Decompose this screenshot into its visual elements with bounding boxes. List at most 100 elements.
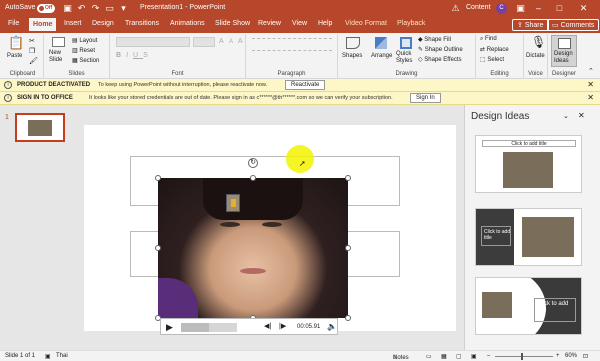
close-icon[interactable]: ✕ [587,80,594,89]
resize-handle[interactable] [345,175,351,181]
video-frame[interactable] [158,178,348,318]
design-idea-3[interactable]: Click to add title [475,277,582,335]
font-name-combo[interactable] [116,37,190,47]
shapes-icon[interactable] [346,37,360,49]
clear-format-icon[interactable]: A [238,37,243,47]
grow-font-icon[interactable]: A [219,37,224,47]
step-back-icon[interactable]: ◀| [264,322,271,330]
reactivate-button[interactable]: Reactivate [285,80,326,90]
slide-thumbnail[interactable] [15,113,65,142]
design-ideas-icon [558,38,571,49]
cut-icon[interactable]: ✂ [29,37,35,47]
format-painter-icon[interactable]: 🖌 [29,57,38,67]
shape-fill-button[interactable]: ◆ Shape Fill [418,36,451,43]
design-ideas-button[interactable]: Design Ideas [551,35,577,67]
paste-button[interactable]: Paste [7,53,22,59]
maximize-icon[interactable]: □ [554,3,565,14]
quick-styles-icon[interactable] [400,37,412,49]
redo-icon[interactable]: ↷ [90,3,101,14]
collapse-ribbon-icon[interactable]: ⌃ [588,67,594,77]
resize-handle[interactable] [345,245,351,251]
reading-view-icon[interactable]: ▢ [456,353,462,360]
close-icon[interactable]: ✕ [587,93,594,102]
rotate-handle-icon[interactable]: ↻ [248,158,258,168]
font-style-row[interactable]: BIUS [116,52,238,61]
microphone-icon[interactable]: 🎙 [531,36,546,48]
find-button[interactable]: ⌕ Find [480,36,497,43]
avatar[interactable]: C [496,3,507,14]
tab-home[interactable]: Home [29,18,57,33]
save-icon[interactable]: ▣ [62,3,73,14]
resize-handle[interactable] [155,175,161,181]
resize-handle[interactable] [155,245,161,251]
sign-in-button[interactable]: Sign In [410,93,441,103]
minimize-icon[interactable]: – [533,3,544,14]
font-size-combo[interactable] [193,37,215,47]
voice-label: Voice [528,71,543,77]
panel-close-icon[interactable]: ✕ [578,111,585,120]
fit-slide-icon[interactable]: ⊡ [583,353,588,360]
tab-file[interactable]: File [8,20,19,27]
shrink-font-icon[interactable]: A [229,37,233,47]
shape-outline-button[interactable]: ✎ Shape Outline [418,46,463,53]
panel-options-icon[interactable]: ⌄ [563,112,569,120]
new-slide-button[interactable]: New Slide [49,50,62,64]
tab-design[interactable]: Design [92,20,114,27]
layout-button[interactable]: ▤ Layout [72,37,97,44]
copy-icon[interactable]: ❐ [29,47,35,57]
tab-review[interactable]: Review [258,20,281,27]
volume-icon[interactable]: 🔈 [327,322,337,331]
slide-sorter-icon[interactable]: ▦ [441,353,447,360]
bullets-row[interactable] [252,38,332,44]
dictate-button[interactable]: Dictate [526,53,545,59]
zoom-level[interactable]: 60% [565,353,577,359]
tab-help[interactable]: Help [318,20,332,27]
select-button[interactable]: ⬚ Select [480,56,504,63]
tab-animations[interactable]: Animations [170,20,205,27]
reset-button[interactable]: ▥ Reset [72,47,95,54]
design-idea-1[interactable]: Click to add title [475,135,582,193]
zoom-slider[interactable] [495,353,553,360]
clipboard-label: Clipboard [9,71,36,77]
arrange-icon[interactable] [375,37,387,49]
resize-handle[interactable] [250,175,256,181]
info-icon: i [4,81,12,89]
video-progress-bar[interactable] [181,323,237,332]
ribbon-display-icon[interactable]: ▣ [515,3,526,14]
tab-slide-show[interactable]: Slide Show [215,20,250,27]
resize-handle[interactable] [345,315,351,321]
tab-insert[interactable]: Insert [64,20,82,27]
autosave-toggle[interactable]: Off [37,4,55,13]
shapes-button[interactable]: Shapes [342,53,362,59]
title-bar: AutoSave Off ▣ ↶ ↷ ▭ ▾ Presentation1 - P… [0,0,600,18]
slideshow-view-icon[interactable]: ▣ [471,353,477,360]
zoom-out-icon[interactable]: – [487,353,490,359]
tab-playback[interactable]: Playback [397,20,425,27]
replace-button[interactable]: ⇄ Replace [480,46,509,53]
customize-toolbar-icon[interactable]: ▾ [118,3,129,14]
shape-effects-button[interactable]: ◇ Shape Effects [418,56,462,63]
comments-button[interactable]: ▭ Comments [547,19,600,31]
close-icon[interactable]: ✕ [578,3,589,14]
language-label[interactable]: Thai [56,353,68,359]
play-icon[interactable]: ▶ [166,322,173,333]
section-button[interactable]: ▦ Section [72,57,99,64]
paste-icon[interactable]: 📋 [8,36,24,49]
new-slide-icon[interactable] [52,37,65,47]
alignment-row[interactable] [252,50,332,56]
quick-styles-button[interactable]: Quick Styles [396,51,412,65]
step-forward-icon[interactable]: |▶ [279,322,286,330]
present-icon[interactable]: ▭ [104,3,115,14]
normal-view-icon[interactable]: ▭ [426,353,432,360]
user-name[interactable]: Content [466,4,491,11]
undo-icon[interactable]: ↶ [76,3,87,14]
zoom-in-icon[interactable]: + [556,353,560,359]
tab-transitions[interactable]: Transitions [125,20,159,27]
tab-video-format[interactable]: Video Format [345,20,387,27]
proofing-icon[interactable]: ▣ [45,353,51,360]
share-button[interactable]: ⇪ Share [512,19,549,31]
tab-view[interactable]: View [292,20,307,27]
arrange-button[interactable]: Arrange [371,53,392,59]
slide[interactable]: ↻ ➚ [84,125,456,331]
design-idea-2[interactable]: Click to add title [475,208,582,266]
